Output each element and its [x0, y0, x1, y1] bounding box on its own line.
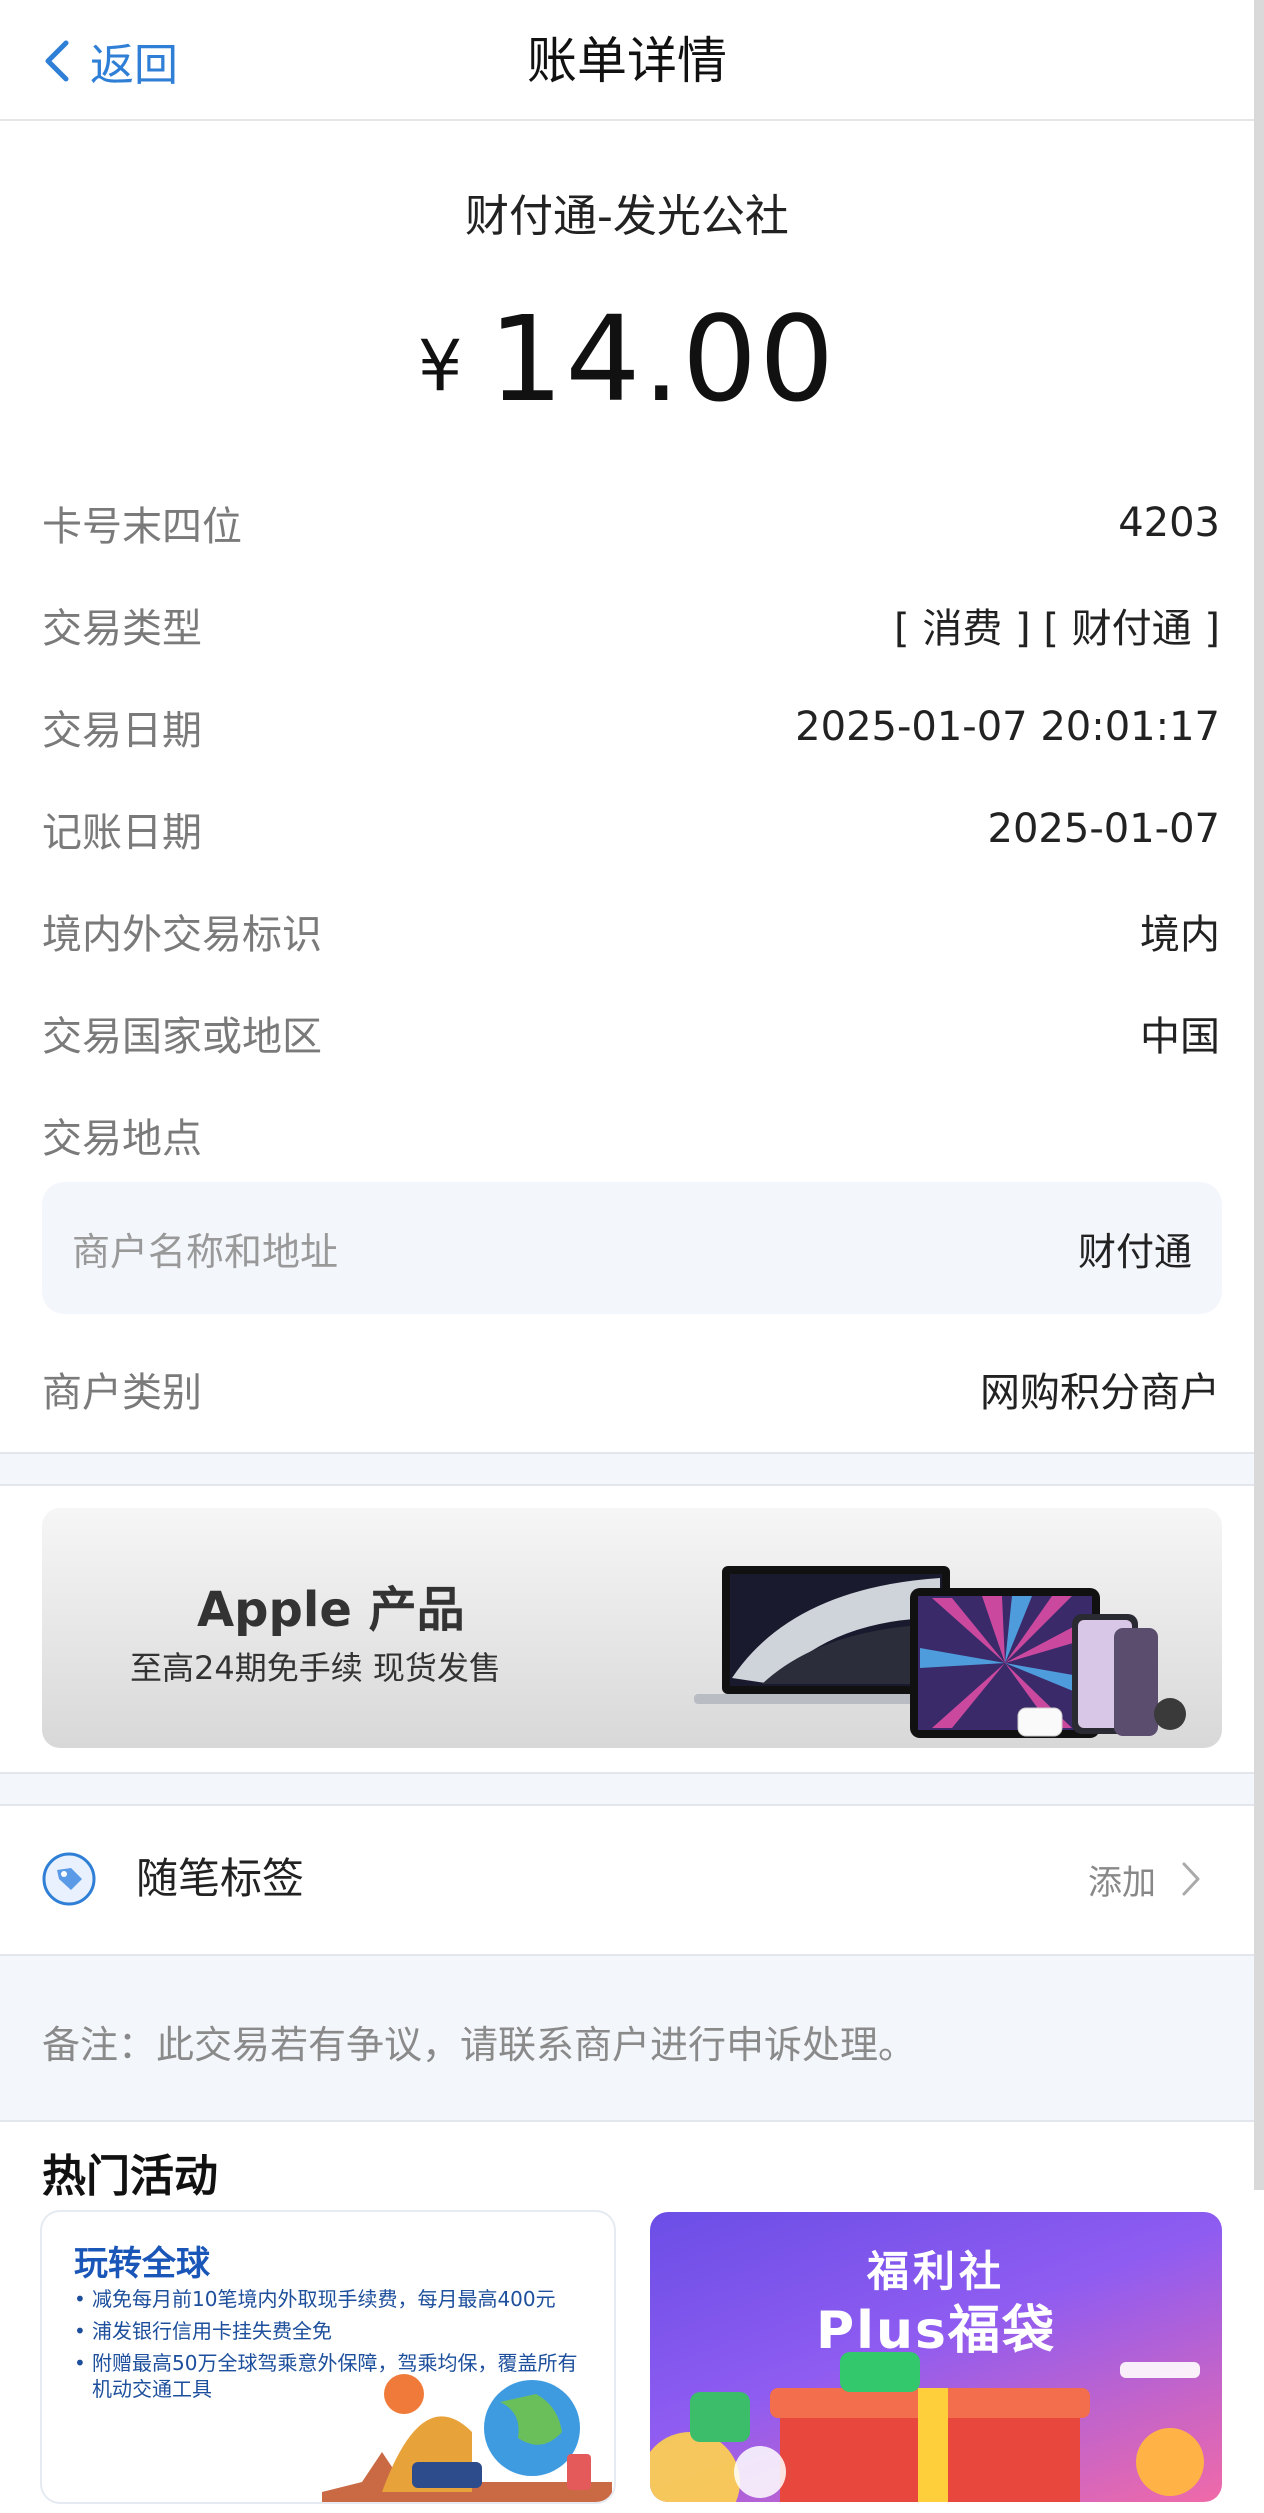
amount: ¥14.00 [0, 290, 1254, 428]
dispute-note: 备注：此交易若有争议，请联系商户进行申诉处理。 [42, 2023, 917, 2067]
chevron-right-icon [1182, 1862, 1200, 1896]
detail-row-merchant-category: 商户类别 网购积分商户 [42, 1354, 1220, 1424]
detail-row-domestic-flag: 境内外交易标识 境内 [42, 896, 1220, 966]
card-title: 玩转全球 [74, 2244, 210, 2284]
detail-value: 2025-01-07 20:01:17 [795, 704, 1220, 750]
hot-activities-title: 热门活动 [42, 2151, 218, 2202]
tag-icon [42, 1852, 96, 1906]
currency-symbol: ¥ [417, 325, 463, 407]
detail-label: 卡号末四位 [42, 504, 242, 550]
banner-title: Apple 产品 [197, 1582, 465, 1638]
detail-label: 商户类别 [42, 1370, 202, 1416]
detail-label: 交易日期 [42, 708, 202, 754]
memo-tag-label: 随笔标签 [136, 1854, 305, 1903]
merchant-name-value: 财付通 [1077, 1229, 1192, 1274]
detail-label: 交易地点 [42, 1116, 202, 1162]
amount-value: 14.00 [488, 290, 837, 428]
activity-card-plus-bag[interactable]: 福利社 Plus福袋 [650, 2212, 1222, 2502]
memo-tag-row[interactable]: 随笔标签 添加 [0, 1806, 1254, 1954]
activity-card-global[interactable]: 玩转全球 减免每月前10笔境内外取现手续费，每月最高400元 浦发银行信用卡挂失… [42, 2212, 614, 2502]
benefit-item: 浦发银行信用卡挂失费全免 [74, 2318, 594, 2344]
travel-illustration [322, 2374, 612, 2502]
bill-detail-page: 返回 账单详情 财付通-发光公社 ¥14.00 卡号末四位 4203 交易类型 … [0, 0, 1264, 2513]
detail-value: 2025-01-07 [987, 806, 1220, 852]
page-title: 账单详情 [527, 32, 727, 90]
detail-label: 交易类型 [42, 606, 202, 652]
detail-row-location: 交易地点 [42, 1100, 1220, 1170]
add-tag-label: 添加 [1088, 1862, 1156, 1903]
detail-value: 中国 [1140, 1014, 1220, 1060]
merchant-title: 财付通-发光公社 [465, 191, 789, 242]
section-divider [0, 1452, 1254, 1486]
merchant-name-label: 商户名称和地址 [72, 1229, 339, 1274]
benefit-item: 减免每月前10笔境内外取现手续费，每月最高400元 [74, 2286, 594, 2312]
detail-label: 记账日期 [42, 810, 202, 856]
detail-row-posting-date: 记账日期 2025-01-07 [42, 794, 1220, 864]
detail-value: 境内 [1140, 912, 1220, 958]
gift-box-illustration [650, 2352, 1204, 2502]
apple-product-banner[interactable]: Apple 产品 至高24期免手续 现货发售 [42, 1508, 1222, 1748]
apple-devices-image [694, 1566, 1186, 1738]
detail-label: 交易国家或地区 [42, 1014, 322, 1060]
detail-row-country: 交易国家或地区 中国 [42, 998, 1220, 1068]
detail-row-card-number: 卡号末四位 4203 [42, 488, 1220, 558]
detail-row-transaction-date: 交易日期 2025-01-07 20:01:17 [42, 692, 1220, 762]
section-divider [0, 1772, 1254, 1806]
scrollbar[interactable] [1254, 0, 1264, 2190]
merchant-address-box: 商户名称和地址 财付通 [42, 1182, 1222, 1314]
detail-value: 4203 [1118, 500, 1220, 546]
header: 返回 账单详情 [0, 0, 1254, 121]
detail-row-transaction-type: 交易类型 [ 消费 ] [ 财付通 ] [42, 590, 1220, 660]
note-section: 备注：此交易若有争议，请联系商户进行申诉处理。 [0, 1954, 1254, 2122]
detail-value: 网购积分商户 [980, 1370, 1220, 1416]
detail-value: [ 消费 ] [ 财付通 ] [894, 606, 1220, 652]
add-tag-button[interactable]: 添加 [1088, 1852, 1202, 1906]
banner-subtitle: 至高24期免手续 现货发售 [130, 1649, 501, 1687]
detail-label: 境内外交易标识 [42, 912, 322, 958]
